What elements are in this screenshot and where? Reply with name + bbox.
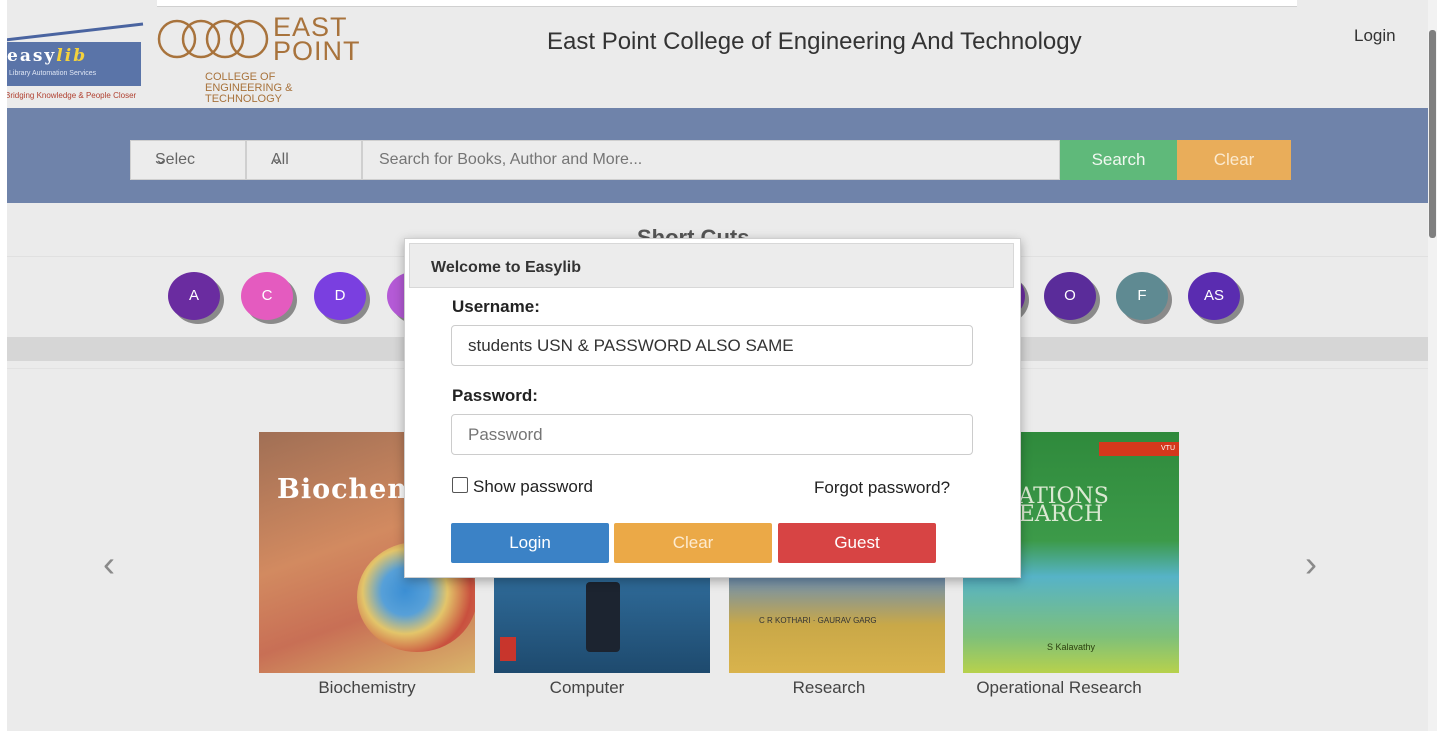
login-modal: Welcome to Easylib Username: students US… [404,238,1021,578]
shortcut-f[interactable]: F [1116,272,1168,320]
book-title[interactable]: Computer [479,676,695,699]
show-password-label: Show password [473,477,594,496]
search-input[interactable] [362,140,1060,180]
search-type-select[interactable]: Selec ⌄ [130,140,246,180]
book-cover-authors: C R KOTHARI · GAURAV GARG [759,616,877,625]
ep-college-line: TECHNOLOGY [205,93,283,105]
shortcut-d[interactable]: D [314,272,366,320]
show-password-checkbox[interactable] [452,477,468,493]
header: easylib Library Automation Services Brid… [7,8,1437,108]
easylib-logo[interactable]: easylib Library Automation Services Brid… [7,16,145,101]
shortcut-a[interactable]: A [168,272,220,320]
east-point-logo-point: POINT [273,36,361,66]
username-label: Username: [452,297,540,316]
top-divider [157,0,1297,7]
search-clear-button[interactable]: Clear [1177,140,1291,180]
chevron-down-icon: ⌄ [271,151,283,167]
shortcut-c[interactable]: C [241,272,293,320]
book-title[interactable]: Operational Research [951,676,1167,699]
login-link[interactable]: Login [1354,26,1396,46]
easylib-logo-tagline: Bridging Knowledge & People Closer [7,91,137,100]
easylib-logo-sub: Library Automation Services [9,70,97,77]
username-field[interactable]: students USN & PASSWORD ALSO SAME [451,325,973,366]
modal-title: Welcome to Easylib [431,259,581,276]
east-point-logo-east: EAST [273,12,348,42]
search-bar: Selec ⌄ All ⌄ Search Clear [130,140,1291,180]
scrollbar-thumb[interactable] [1429,30,1436,238]
page: easylib Library Automation Services Brid… [7,0,1437,731]
book-title[interactable]: Biochemistry [259,676,475,699]
chevron-down-icon: ⌄ [155,151,167,167]
publisher-logo [500,637,516,661]
login-button[interactable]: Login [451,523,609,563]
password-label: Password: [452,386,538,405]
search-band: Selec ⌄ All ⌄ Search Clear [7,108,1437,203]
east-point-logo-college: COLLEGE OF ENGINEERING & TECHNOLOGY [205,72,292,105]
easylib-logo-bar: easylib Library Automation Services [7,42,141,86]
vtu-badge: VTU [1099,442,1179,456]
carousel-prev-icon[interactable]: ‹ [103,543,115,585]
password-field[interactable] [451,414,973,455]
guest-button[interactable]: Guest [778,523,936,563]
show-password-toggle[interactable]: Show password [452,477,593,497]
carousel-next-icon[interactable]: › [1305,543,1317,585]
easylib-logo-word: easylib [7,46,88,66]
book-cover-author: S Kalavathy [1046,642,1096,652]
search-button[interactable]: Search [1060,140,1177,180]
clear-button[interactable]: Clear [614,523,772,563]
book-title[interactable]: Research [721,676,937,699]
logo-swoosh-icon [7,22,144,42]
shortcut-o[interactable]: O [1044,272,1096,320]
forgot-password-link[interactable]: Forgot password? [814,478,950,498]
east-point-rings-icon [157,19,269,59]
modal-header: Welcome to Easylib [409,243,1014,288]
phone-illustration [586,582,620,652]
east-point-logo[interactable]: EAST POINT COLLEGE OF ENGINEERING & TECH… [155,14,395,109]
shortcut-as[interactable]: AS [1188,272,1240,320]
search-field-select[interactable]: All ⌄ [246,140,362,180]
college-name: East Point College of Engineering And Te… [547,28,1082,55]
scrollbar[interactable] [1428,0,1437,731]
